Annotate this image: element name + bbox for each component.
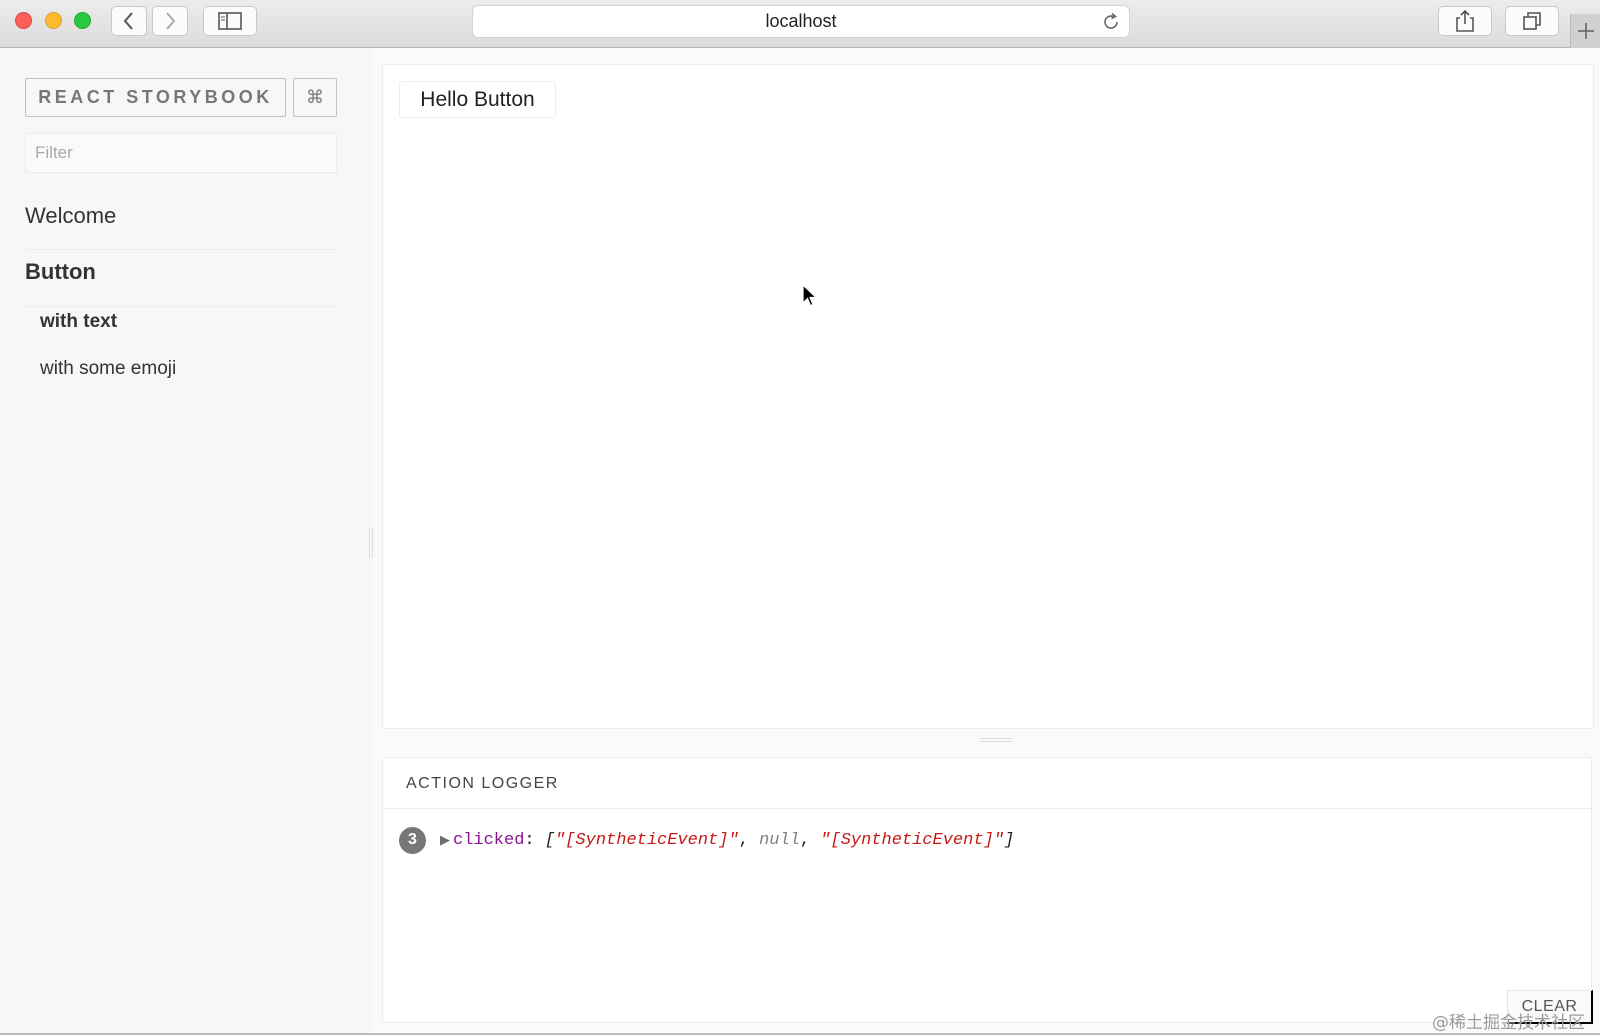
sidebar-toggle-button[interactable] bbox=[203, 6, 257, 36]
log-bracket-close: ] bbox=[1003, 830, 1015, 850]
story-item-with-text[interactable]: with text bbox=[40, 311, 117, 333]
hello-button[interactable]: Hello Button bbox=[399, 81, 556, 118]
show-tabs-button[interactable] bbox=[1505, 6, 1559, 36]
log-count-badge: 3 bbox=[399, 826, 426, 854]
log-comma: , bbox=[799, 830, 821, 850]
reload-icon[interactable] bbox=[1101, 12, 1121, 37]
story-preview: Hello Button bbox=[382, 64, 1594, 729]
story-kind-welcome[interactable]: Welcome bbox=[25, 203, 337, 250]
chevron-right-icon bbox=[166, 12, 176, 30]
plus-icon bbox=[1577, 23, 1594, 39]
share-button[interactable] bbox=[1438, 6, 1492, 36]
share-icon bbox=[1456, 10, 1474, 32]
log-comma: , bbox=[738, 830, 760, 850]
expand-triangle-icon[interactable]: ▶ bbox=[440, 832, 450, 848]
log-arg-1: "[SyntheticEvent]" bbox=[555, 830, 739, 850]
log-entry[interactable]: 3 ▶ clicked : [ "[SyntheticEvent]" , nul… bbox=[399, 826, 1014, 854]
sidebar-icon bbox=[218, 12, 242, 30]
log-bracket-open: [ bbox=[544, 830, 556, 850]
log-colon: : bbox=[524, 830, 545, 850]
chevron-left-icon bbox=[123, 12, 133, 30]
story-kind-button[interactable]: Button bbox=[25, 259, 337, 307]
storybook-brand-button[interactable]: REACT STORYBOOK bbox=[25, 78, 286, 117]
url-text: localhost bbox=[765, 11, 837, 31]
storybook-sidebar: REACT STORYBOOK ⌘ Welcome Button with te… bbox=[0, 49, 372, 1035]
close-window-button[interactable] bbox=[15, 12, 32, 29]
log-action-name: clicked bbox=[453, 830, 525, 850]
filter-input[interactable] bbox=[25, 133, 337, 173]
mouse-cursor-icon bbox=[802, 283, 818, 313]
action-logger-panel: ACTION LOGGER 3 ▶ clicked : [ "[Syntheti… bbox=[382, 757, 1593, 1024]
story-item-with-some-emoji[interactable]: with some emoji bbox=[40, 358, 176, 380]
shortcuts-button[interactable]: ⌘ bbox=[293, 78, 337, 117]
address-bar[interactable]: localhost bbox=[472, 5, 1130, 38]
zoom-window-button[interactable] bbox=[74, 12, 91, 29]
log-arg-2: null bbox=[759, 830, 800, 850]
minimize-window-button[interactable] bbox=[45, 12, 62, 29]
tabs-icon bbox=[1523, 12, 1541, 30]
new-tab-button[interactable] bbox=[1570, 14, 1600, 48]
watermark: @稀土掘金技术社区 bbox=[1432, 1013, 1585, 1033]
sidebar-resize-handle[interactable] bbox=[369, 528, 373, 558]
log-arg-3: "[SyntheticEvent]" bbox=[820, 830, 1004, 850]
back-button[interactable] bbox=[111, 6, 147, 36]
panel-resize-handle[interactable] bbox=[980, 738, 1012, 742]
browser-toolbar: localhost bbox=[0, 0, 1600, 48]
action-logger-title: ACTION LOGGER bbox=[383, 758, 1591, 809]
forward-button[interactable] bbox=[152, 6, 188, 36]
